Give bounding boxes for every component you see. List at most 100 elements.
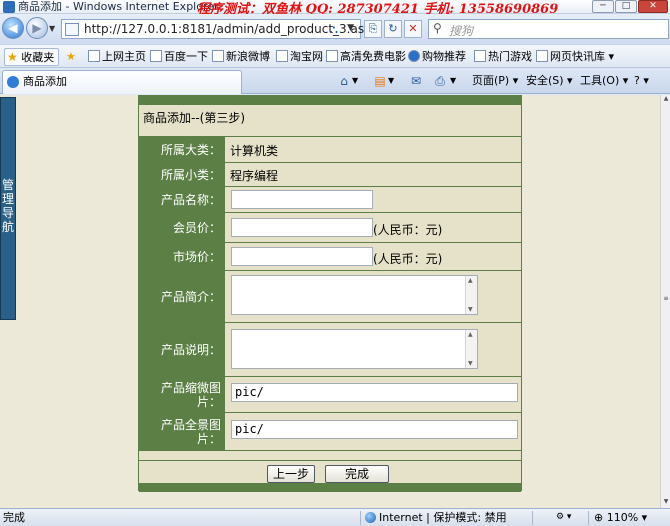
- fav-link-baidu[interactable]: 百度一下: [150, 48, 208, 66]
- page-icon: [65, 23, 79, 36]
- favorites-bar: ★ 收藏夹 ★ 上网主页 百度一下 新浪微博 淘宝网 高清免费电影 购物推荐 热…: [0, 44, 670, 68]
- forward-button[interactable]: ▶: [26, 17, 48, 39]
- category-value: 计算机类: [230, 144, 279, 158]
- zone-text: Internet | 保护模式: 禁用: [379, 511, 507, 524]
- subcategory-value: 程序编程: [230, 169, 279, 183]
- fav-link-home[interactable]: 上网主页: [88, 48, 146, 66]
- help-icon[interactable]: ? ▾: [634, 73, 649, 89]
- scroll-up-icon[interactable]: ▲: [661, 95, 670, 105]
- row-actions: 上一步 完成: [139, 460, 521, 484]
- row-category: 所属大类： 计算机类: [139, 136, 521, 162]
- thumbnail-input[interactable]: pic/: [231, 383, 518, 402]
- tab-label: 商品添加: [23, 75, 67, 88]
- safety-menu[interactable]: 安全(S) ▾: [526, 73, 573, 89]
- page-vertical-scrollbar[interactable]: ▲ ≡ ▼: [660, 95, 670, 508]
- market-price-input[interactable]: [231, 247, 373, 266]
- print-dropdown-icon[interactable]: ▼: [450, 73, 456, 89]
- previous-step-button[interactable]: 上一步: [267, 465, 315, 483]
- member-price-input[interactable]: [231, 218, 373, 237]
- intro-label: 产品简介：: [139, 271, 225, 322]
- row-spacer: [139, 450, 521, 460]
- fav-link-games[interactable]: 热门游戏: [474, 48, 532, 66]
- tools-menu[interactable]: 工具(O) ▾: [580, 73, 628, 89]
- compat-view-icon[interactable]: ⎘: [364, 20, 382, 38]
- favorites-button[interactable]: ★ 收藏夹: [4, 48, 60, 66]
- close-button[interactable]: ✕: [638, 0, 668, 13]
- side-nav-char: 管: [1, 178, 14, 192]
- stop-icon[interactable]: ✕: [404, 20, 422, 38]
- form-title: 商品添加--(第三步): [143, 111, 246, 125]
- history-dropdown-icon[interactable]: ▼: [49, 24, 55, 33]
- back-button[interactable]: ◀: [2, 17, 24, 39]
- thumbnail-label: 产品缩微图片：: [139, 377, 225, 412]
- zoom-level[interactable]: ⊕ 110% ▾: [594, 509, 647, 526]
- address-dropdown-icon[interactable]: ▼: [347, 23, 354, 33]
- zoom-text: 110%: [606, 511, 639, 524]
- page-menu[interactable]: 页面(P) ▾: [472, 73, 518, 89]
- refresh-icon[interactable]: ↻: [384, 20, 402, 38]
- textarea-scrollbar[interactable]: ▲ ▼: [465, 276, 477, 314]
- row-market-price: 市场价： (人民币：元): [139, 242, 521, 270]
- member-price-label: 会员价：: [139, 213, 225, 242]
- product-name-label: 产品名称：: [139, 187, 225, 212]
- status-divider: [360, 511, 361, 525]
- row-full-image: 产品全景图片： pic/: [139, 412, 521, 450]
- side-nav-char: 导: [1, 206, 14, 220]
- form-footer-strip: [139, 483, 521, 492]
- security-zone[interactable]: Internet | 保护模式: 禁用: [365, 509, 507, 526]
- tab-bar: 商品添加 ⌂ ▼ ▤ ▼ ✉ ⎙ ▼ 页面(P) ▾ 安全(S) ▾ 工具(O)…: [0, 68, 670, 94]
- globe-icon: [408, 50, 420, 62]
- status-bar: 完成 Internet | 保护模式: 禁用 ⚙ ▾ ⊕ 110% ▾: [0, 508, 670, 526]
- row-member-price: 会员价： (人民币：元): [139, 212, 521, 242]
- search-placeholder: 搜狗: [449, 24, 474, 38]
- side-nav-char: 理: [1, 192, 14, 206]
- protected-mode-icon[interactable]: ⚙ ▾: [556, 509, 571, 526]
- address-row: ◀ ▶ ▼ http://127.0.0.1:8181/admin/add_pr…: [0, 14, 670, 44]
- fav-link-web-slices[interactable]: 网页快讯库 ▾: [536, 48, 614, 66]
- status-text: 完成: [3, 511, 25, 524]
- product-name-input[interactable]: [231, 190, 373, 209]
- page-icon: [536, 50, 548, 62]
- description-textarea[interactable]: ▲ ▼: [231, 329, 478, 369]
- page-icon: [276, 50, 288, 62]
- minimize-button[interactable]: ─: [592, 0, 614, 13]
- page-icon: [88, 50, 100, 62]
- full-image-input[interactable]: pic/: [231, 420, 518, 439]
- textarea-scrollbar[interactable]: ▲ ▼: [465, 330, 477, 368]
- compatibility-icon[interactable]: ⛬: [330, 22, 338, 37]
- page-icon: [326, 50, 338, 62]
- window-controls: ─ □ ✕: [591, 0, 668, 13]
- finish-button[interactable]: 完成: [325, 465, 389, 483]
- read-mail-icon[interactable]: ✉: [408, 73, 424, 89]
- fav-link-taobao[interactable]: 淘宝网: [276, 48, 323, 66]
- maximize-button[interactable]: □: [615, 0, 637, 13]
- home-icon[interactable]: ⌂: [336, 73, 352, 89]
- rss-feed-icon[interactable]: ▤: [372, 73, 388, 89]
- fav-link-shopping[interactable]: 购物推荐: [408, 48, 466, 66]
- address-bar[interactable]: http://127.0.0.1:8181/admin/add_product_…: [61, 19, 372, 39]
- globe-icon: [365, 512, 376, 523]
- fav-link-label: 新浪微博: [226, 50, 270, 63]
- feed-dropdown-icon[interactable]: ▼: [388, 73, 394, 89]
- home-dropdown-icon[interactable]: ▼: [352, 73, 358, 89]
- member-price-unit: (人民币：元): [373, 223, 443, 237]
- page-content: 管 理 导 航 商品添加--(第三步) 所属大类： 计算机类 所属小类： 程序编…: [0, 95, 660, 508]
- fav-link-label: 百度一下: [164, 50, 208, 63]
- fav-link-movies[interactable]: 高清免费电影: [326, 48, 406, 66]
- fav-link-weibo[interactable]: 新浪微博: [212, 48, 270, 66]
- management-nav-toggle[interactable]: 管 理 导 航: [0, 97, 16, 320]
- add-favorite-icon[interactable]: ★: [66, 48, 76, 66]
- fav-link-label: 高清免费电影: [340, 50, 406, 63]
- page-icon: [150, 50, 162, 62]
- scroll-down-icon[interactable]: ▼: [661, 498, 670, 508]
- scroll-grip-icon[interactable]: ≡: [662, 295, 670, 305]
- page-icon: [474, 50, 486, 62]
- subcategory-label: 所属小类：: [139, 163, 225, 186]
- search-input[interactable]: ⚲ 搜狗: [428, 19, 669, 39]
- tab-product-add[interactable]: 商品添加: [2, 70, 242, 94]
- market-price-label: 市场价：: [139, 243, 225, 270]
- intro-textarea[interactable]: ▲ ▼: [231, 275, 478, 315]
- print-icon[interactable]: ⎙: [432, 73, 448, 89]
- row-description: 产品说明： ▲ ▼: [139, 322, 521, 376]
- url-text[interactable]: http://127.0.0.1:8181/admin/add_product_…: [84, 22, 372, 36]
